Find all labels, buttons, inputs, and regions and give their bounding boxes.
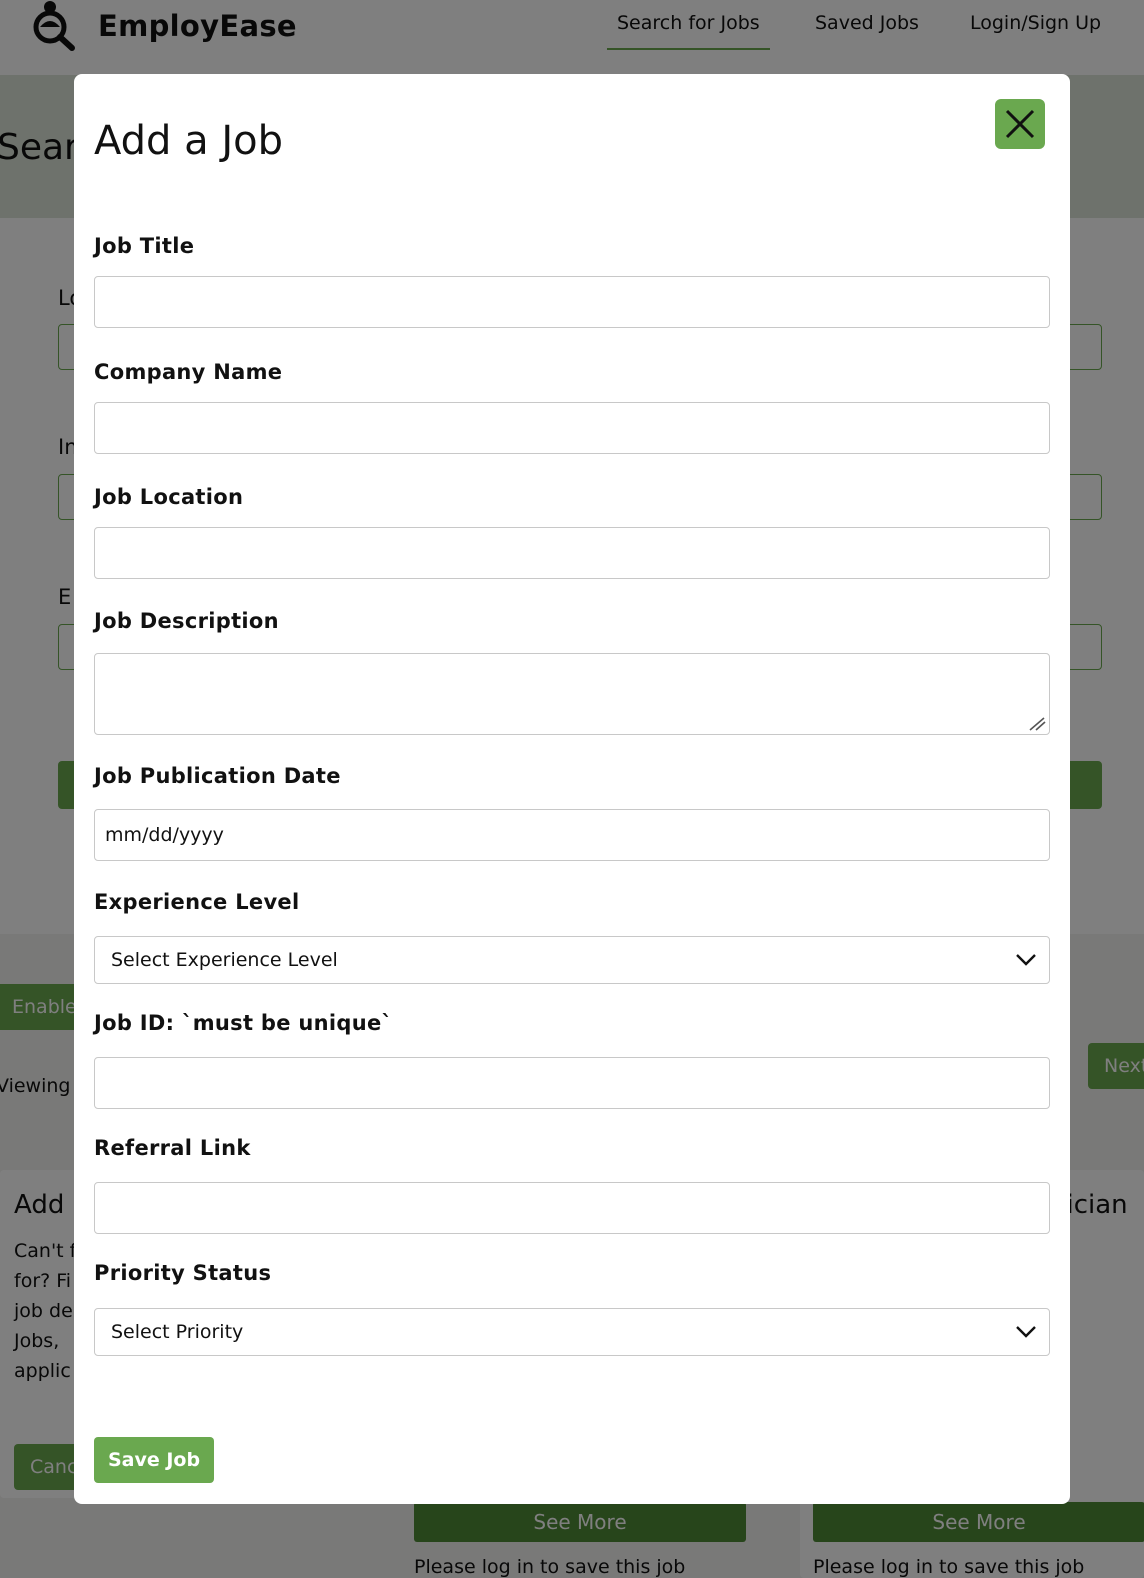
- priority-status-select[interactable]: Select Priority: [94, 1308, 1050, 1356]
- close-button[interactable]: [995, 99, 1045, 149]
- company-name-label: Company Name: [94, 360, 283, 384]
- save-job-button[interactable]: Save Job: [94, 1437, 214, 1483]
- priority-status-label: Priority Status: [94, 1261, 272, 1285]
- referral-link-input[interactable]: [94, 1182, 1050, 1234]
- job-description-label: Job Description: [94, 609, 279, 633]
- job-id-label: Job ID: `must be unique`: [94, 1011, 393, 1035]
- publication-date-label: Job Publication Date: [94, 764, 341, 788]
- resize-handle-icon[interactable]: [1028, 717, 1046, 731]
- date-placeholder: mm/dd/yyyy: [105, 824, 224, 846]
- modal-title: Add a Job: [94, 118, 284, 164]
- close-icon: [1005, 109, 1035, 139]
- experience-level-select[interactable]: Select Experience Level: [94, 936, 1050, 984]
- job-title-label: Job Title: [94, 234, 195, 258]
- chevron-down-icon: [1016, 1326, 1036, 1338]
- priority-status-value: Select Priority: [111, 1321, 244, 1343]
- chevron-down-icon: [1016, 954, 1036, 966]
- job-description-textarea[interactable]: [94, 653, 1050, 735]
- referral-link-label: Referral Link: [94, 1136, 251, 1160]
- add-job-modal: Add a Job Job Title Company Name Job Loc…: [74, 74, 1070, 1504]
- publication-date-input[interactable]: mm/dd/yyyy: [94, 809, 1050, 861]
- experience-level-label: Experience Level: [94, 890, 300, 914]
- experience-level-value: Select Experience Level: [111, 949, 338, 971]
- job-id-input[interactable]: [94, 1057, 1050, 1109]
- job-location-label: Job Location: [94, 485, 244, 509]
- company-name-input[interactable]: [94, 402, 1050, 454]
- job-title-input[interactable]: [94, 276, 1050, 328]
- job-location-input[interactable]: [94, 527, 1050, 579]
